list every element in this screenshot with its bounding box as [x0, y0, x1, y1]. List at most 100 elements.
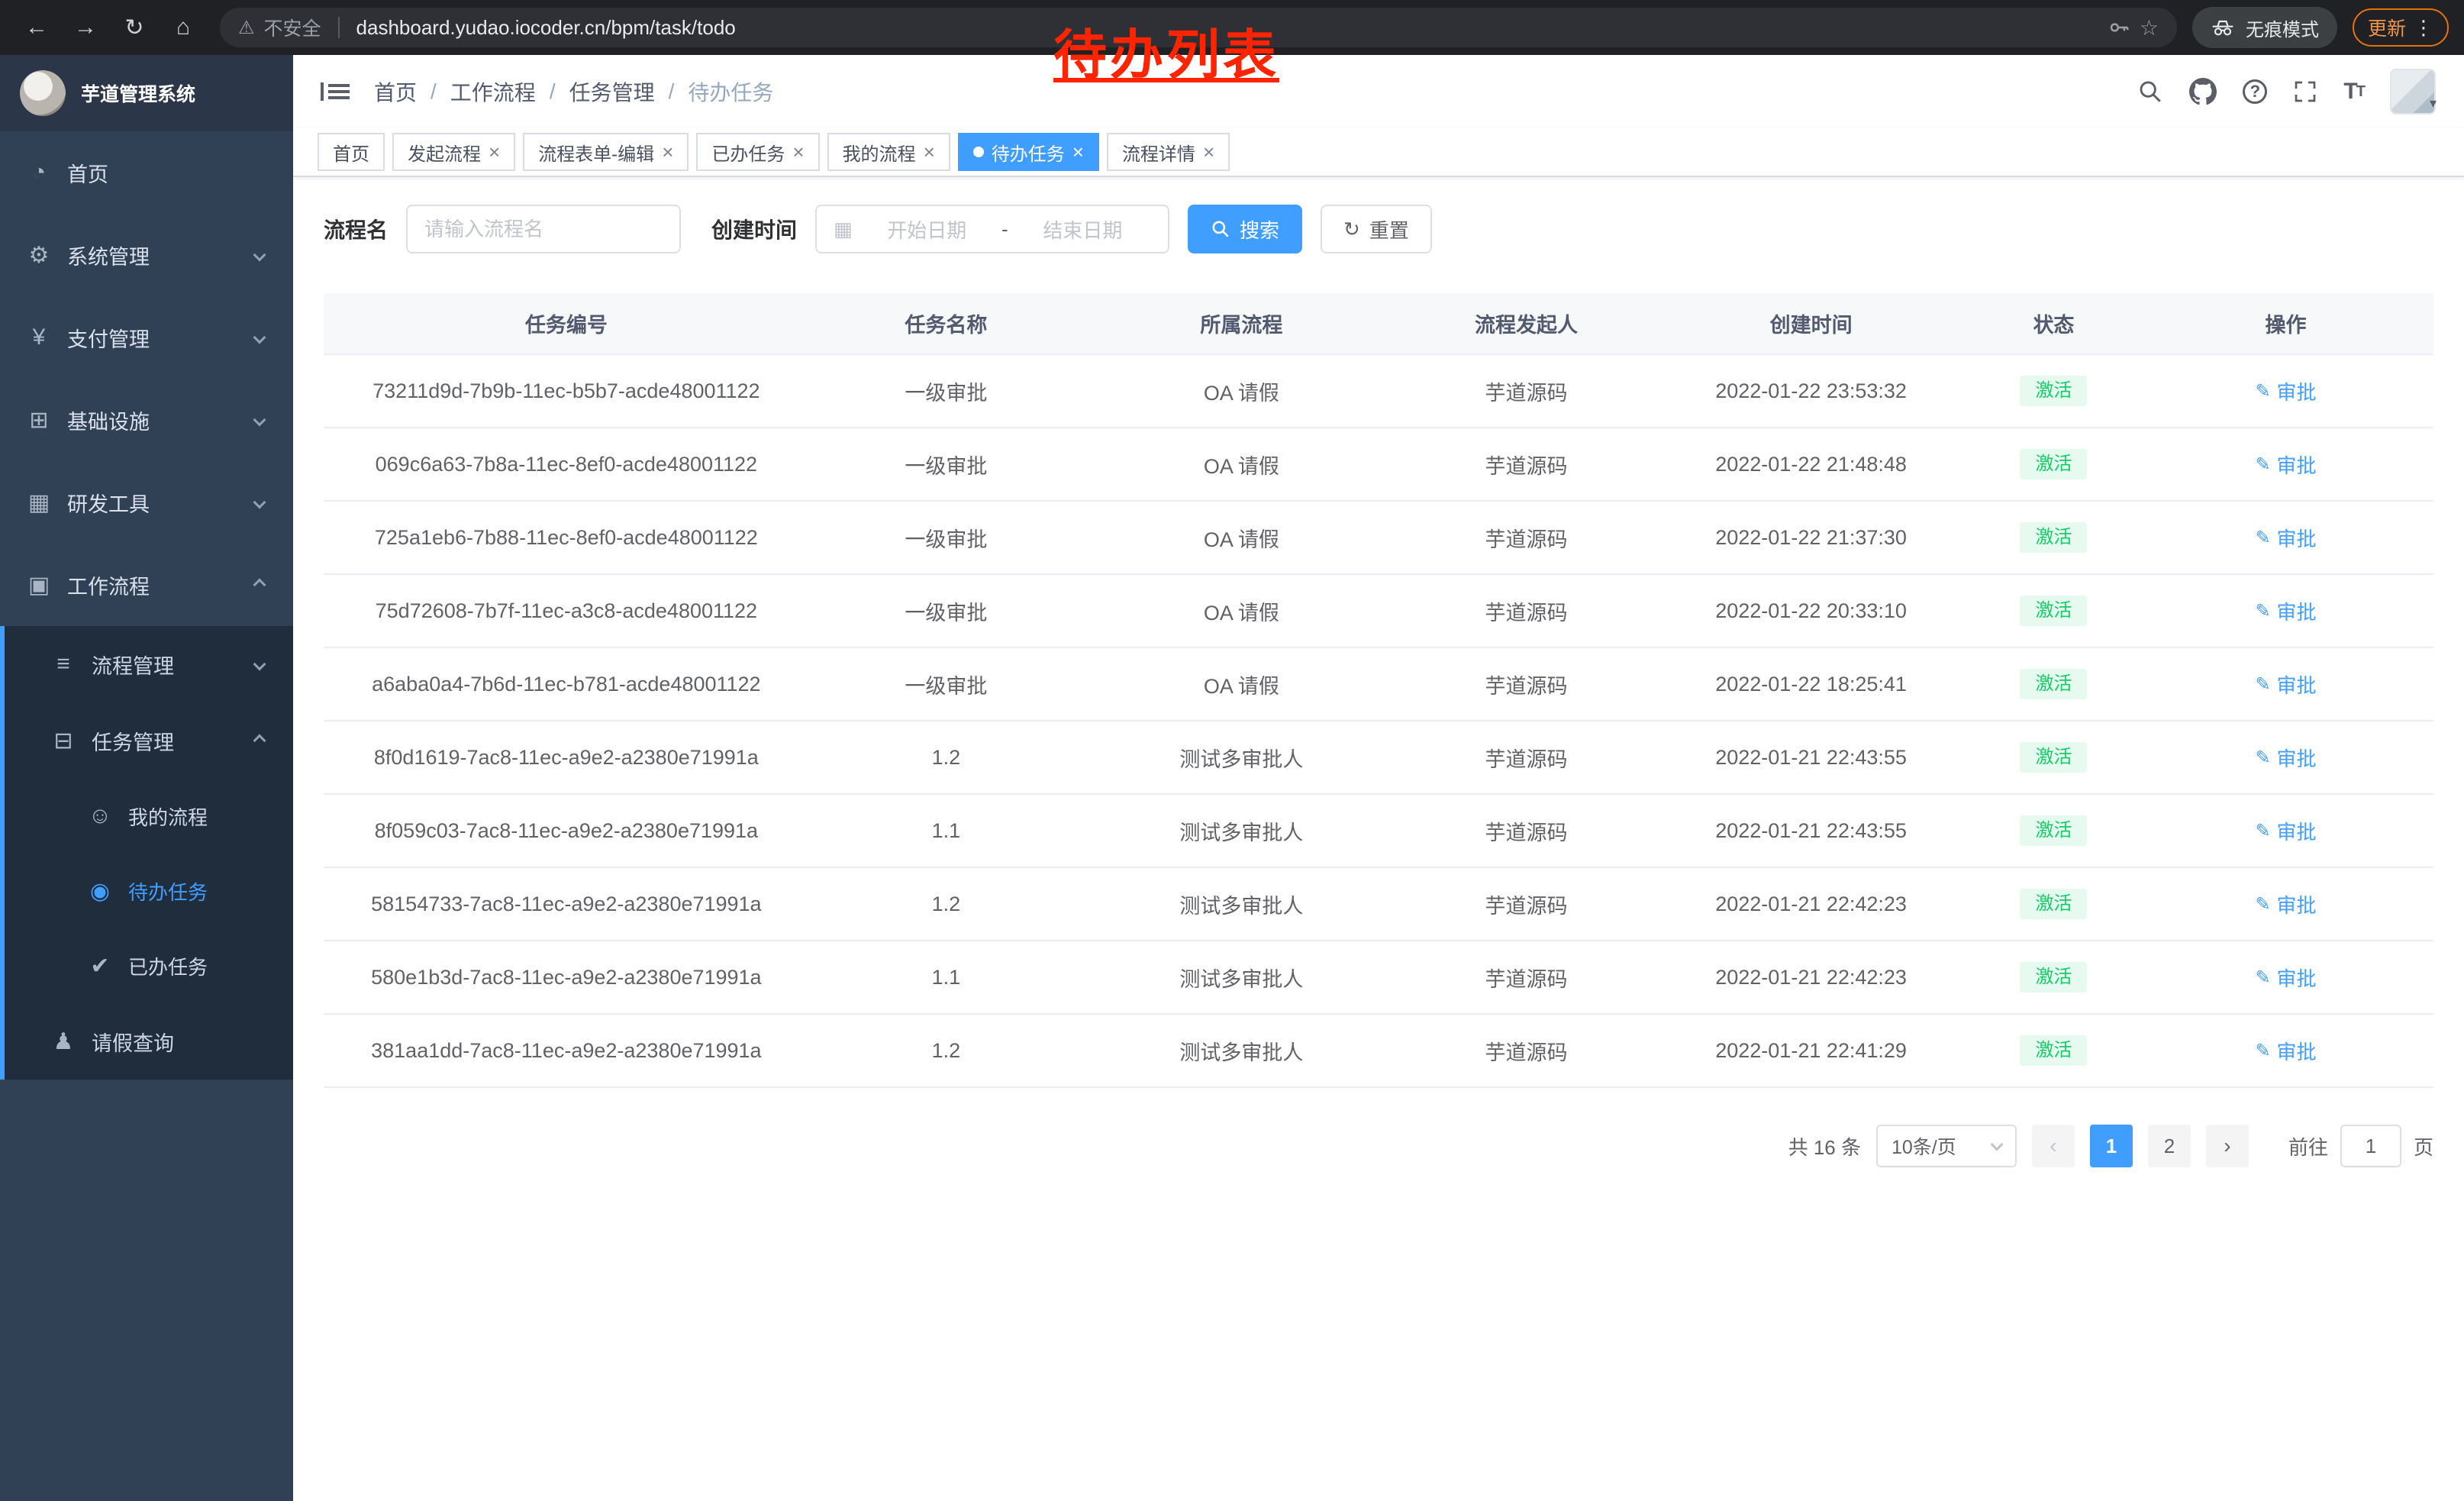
- cell-status: 激活: [1969, 941, 2138, 1014]
- cell-status: 激活: [1969, 574, 2138, 647]
- sidebar-item-infrastructure[interactable]: ⊞ 基础设施: [0, 379, 293, 461]
- table-row: 75d72608-7b7f-11ec-a3c8-acde48001122 一级审…: [324, 574, 2433, 647]
- page-1-button[interactable]: 1: [2090, 1125, 2133, 1167]
- fullscreen-icon[interactable]: [2293, 79, 2317, 104]
- back-icon[interactable]: ←: [15, 6, 58, 49]
- sidebar-item-todo-task[interactable]: ◉ 待办任务: [5, 854, 293, 928]
- approve-link[interactable]: ✎ 审批: [2255, 964, 2316, 992]
- cell-create-time: 2022-01-21 22:41:29: [1653, 1014, 1969, 1087]
- tab-process-form-edit[interactable]: 流程表单-编辑×: [523, 133, 689, 171]
- app-header: 首页 / 工作流程 / 任务管理 / 待办任务: [293, 55, 2464, 128]
- table-row: 069c6a63-7b8a-11ec-8ef0-acde48001122 一级审…: [324, 428, 2433, 501]
- next-page-button[interactable]: ›: [2206, 1125, 2249, 1167]
- page-suffix-label: 页: [2414, 1132, 2433, 1160]
- prev-page-button[interactable]: ‹: [2032, 1125, 2075, 1167]
- screen: ← → ↻ ⌂ ⚠ 不安全 dashboard.yudao.iocoder.cn…: [0, 0, 2464, 1501]
- user-avatar[interactable]: ▾: [2390, 69, 2437, 115]
- cell-action: ✎ 审批: [2138, 794, 2433, 867]
- incognito-label: 无痕模式: [2246, 15, 2319, 41]
- star-icon[interactable]: ☆: [2140, 15, 2159, 40]
- home-icon[interactable]: ⌂: [162, 6, 205, 49]
- approve-link[interactable]: ✎ 审批: [2255, 670, 2316, 699]
- tab-home[interactable]: 首页: [318, 133, 385, 171]
- cell-task-name: 1.2: [809, 721, 1083, 794]
- tab-done-task[interactable]: 已办任务×: [696, 133, 819, 171]
- cell-process: OA 请假: [1083, 647, 1400, 721]
- update-label: 更新: [2368, 14, 2406, 41]
- warning-icon: ⚠: [238, 17, 255, 39]
- sidebar-item-my-process[interactable]: ☺ 我的流程: [5, 779, 293, 854]
- key-icon[interactable]: [2108, 16, 2130, 39]
- tab-todo-task[interactable]: 待办任务×: [958, 133, 1099, 171]
- date-range-picker[interactable]: ▦ 开始日期 - 结束日期: [815, 205, 1169, 253]
- gear-icon: ⚙: [26, 242, 52, 269]
- approve-link[interactable]: ✎ 审批: [2255, 744, 2316, 772]
- approve-link[interactable]: ✎ 审批: [2255, 597, 2316, 625]
- close-icon[interactable]: ×: [489, 142, 500, 162]
- page-size-select[interactable]: 10条/页: [1876, 1125, 2017, 1167]
- sidebar-item-leave-query[interactable]: ♟ 请假查询: [5, 1003, 293, 1080]
- status-badge: 激活: [2020, 669, 2087, 699]
- sidebar-item-payment[interactable]: ¥ 支付管理: [0, 296, 293, 379]
- close-icon[interactable]: ×: [662, 142, 673, 162]
- cell-task-id: 73211d9d-7b9b-11ec-b5b7-acde48001122: [324, 354, 809, 428]
- table-body: 73211d9d-7b9b-11ec-b5b7-acde48001122 一级审…: [324, 354, 2433, 1087]
- cell-create-time: 2022-01-22 20:33:10: [1653, 574, 1969, 647]
- page-2-button[interactable]: 2: [2148, 1125, 2191, 1167]
- close-icon[interactable]: ×: [792, 142, 804, 162]
- cell-task-id: 381aa1dd-7ac8-11ec-a9e2-a2380e71991a: [324, 1014, 809, 1087]
- sidebar-item-task-management[interactable]: ⊟ 任务管理: [5, 702, 293, 779]
- edit-icon: ✎: [2255, 1040, 2270, 1062]
- cell-task-name: 一级审批: [809, 574, 1083, 647]
- menu-dots-icon[interactable]: ⋮: [2414, 16, 2433, 40]
- breadcrumb-home[interactable]: 首页: [374, 76, 417, 107]
- app-logo-row[interactable]: 芋道管理系统: [0, 55, 293, 131]
- search-icon[interactable]: [2137, 79, 2163, 105]
- chevron-down-icon: [1990, 1138, 2003, 1151]
- breadcrumb-task-management[interactable]: 任务管理: [569, 76, 655, 107]
- cell-initiator: 芋道源码: [1400, 867, 1653, 941]
- sidebar-item-process-management[interactable]: ≡ 流程管理: [5, 626, 293, 702]
- sidebar-item-devtools[interactable]: ▦ 研发工具: [0, 461, 293, 544]
- goto-page-input[interactable]: [2340, 1125, 2401, 1167]
- tab-my-process[interactable]: 我的流程×: [827, 133, 950, 171]
- status-badge: 激活: [2020, 815, 2087, 846]
- forward-icon[interactable]: →: [64, 6, 107, 49]
- close-icon[interactable]: ×: [1203, 142, 1214, 162]
- reload-icon[interactable]: ↻: [113, 6, 156, 49]
- tab-start-process[interactable]: 发起流程×: [392, 133, 515, 171]
- cell-initiator: 芋道源码: [1400, 1014, 1653, 1087]
- tab-process-detail[interactable]: 流程详情×: [1107, 133, 1230, 171]
- breadcrumb-workflow[interactable]: 工作流程: [450, 76, 536, 107]
- font-size-icon[interactable]: TT: [2343, 79, 2364, 105]
- edit-icon: ✎: [2255, 600, 2270, 622]
- table-row: 8f0d1619-7ac8-11ec-a9e2-a2380e71991a 1.2…: [324, 721, 2433, 794]
- table-row: 381aa1dd-7ac8-11ec-a9e2-a2380e71991a 1.2…: [324, 1014, 2433, 1087]
- cell-task-name: 1.1: [809, 941, 1083, 1014]
- approve-link[interactable]: ✎ 审批: [2255, 450, 2316, 479]
- status-badge: 激活: [2020, 449, 2087, 479]
- close-icon[interactable]: ×: [1072, 142, 1084, 162]
- sidebar-item-done-task[interactable]: ✔ 已办任务: [5, 928, 293, 1003]
- sidebar-item-home[interactable]: ◔ 首页: [0, 131, 293, 214]
- cell-process: OA 请假: [1083, 574, 1400, 647]
- approve-link[interactable]: ✎ 审批: [2255, 817, 2316, 845]
- update-button[interactable]: 更新 ⋮: [2353, 8, 2449, 47]
- status-badge: 激活: [2020, 889, 2087, 919]
- reset-button[interactable]: ↻ 重置: [1321, 205, 1432, 253]
- sidebar-item-label: 请假查询: [92, 1027, 174, 1057]
- sidebar-item-system[interactable]: ⚙ 系统管理: [0, 214, 293, 296]
- close-icon[interactable]: ×: [924, 142, 935, 162]
- search-button[interactable]: 搜索: [1188, 205, 1302, 253]
- approve-link[interactable]: ✎ 审批: [2255, 890, 2316, 918]
- approve-link[interactable]: ✎ 审批: [2255, 524, 2316, 552]
- approve-link[interactable]: ✎ 审批: [2255, 377, 2316, 405]
- table-header-row: 任务编号 任务名称 所属流程 流程发起人 创建时间 状态 操作: [324, 293, 2433, 354]
- help-icon[interactable]: ?: [2243, 79, 2267, 104]
- github-icon[interactable]: [2189, 78, 2217, 105]
- sidebar-item-workflow[interactable]: ▣ 工作流程: [0, 544, 293, 626]
- process-name-input[interactable]: [424, 218, 663, 241]
- approve-link[interactable]: ✎ 审批: [2255, 1037, 2316, 1065]
- cell-process: 测试多审批人: [1083, 794, 1400, 867]
- sidebar-toggle-icon[interactable]: [321, 81, 350, 102]
